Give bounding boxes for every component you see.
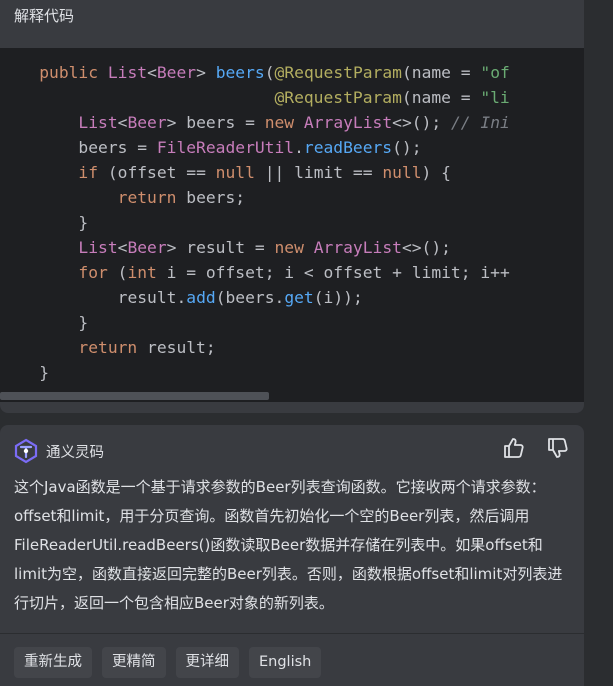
code-token: get: [284, 288, 314, 307]
action-buttons: 重新生成 更精简 更详细 English: [14, 647, 322, 678]
code-line: for (int i = offset; i < offset + limit;…: [0, 260, 510, 285]
code-token: readBeers: [303, 138, 393, 157]
code-token: <: [117, 238, 128, 257]
code-token: List: [78, 113, 118, 132]
code-token: ArrayList: [303, 113, 393, 132]
code-token: Beer: [127, 238, 167, 257]
code-token: // Ini: [450, 113, 510, 132]
code-token: beers: [215, 63, 265, 82]
code-line: return result;: [0, 335, 216, 360]
code-token: (offset ==: [107, 163, 216, 182]
code-token: beers =: [78, 138, 157, 157]
code-token: }: [78, 213, 89, 232]
answer-text: 这个Java函数是一个基于请求参数的Beer列表查询函数。它接收两个请求参数：o…: [14, 478, 563, 612]
code-token: result.: [117, 288, 187, 307]
tongyi-logo-icon: [14, 438, 38, 464]
code-token: > beers =: [166, 113, 265, 132]
code-token: .: [294, 138, 304, 157]
code-token: new: [274, 238, 314, 257]
code-token: ArrayList: [313, 238, 402, 257]
divider: [0, 633, 584, 634]
code-token: "of: [480, 63, 510, 82]
card-title: 解释代码: [14, 7, 75, 25]
code-token: > result =: [166, 238, 275, 257]
code-token: (: [264, 63, 275, 82]
code-line: }: [0, 210, 88, 235]
code-token: ) {: [421, 163, 451, 182]
code-line: return beers;: [0, 185, 245, 210]
code-line: result.add(beers.get(i));: [0, 285, 363, 310]
code-token: (beers.: [215, 288, 285, 307]
code-token: new: [264, 113, 304, 132]
code-token: || limit ==: [264, 163, 383, 182]
code-line: List<Beer> result = new ArrayList<>();: [0, 235, 451, 260]
code-token: (i));: [313, 288, 363, 307]
ai-answer-card: 通义灵码 这个Java函数是一个基于请求参数的Beer列表查询函数。它接收两个请…: [0, 425, 584, 686]
code-line: @RequestParam(name = "li: [0, 85, 510, 110]
code-token: Beer: [156, 63, 197, 82]
code-token: (: [117, 263, 128, 282]
code-token: >: [196, 63, 216, 82]
code-explain-card: 解释代码 public List<Beer> beers(@RequestPar…: [0, 0, 584, 413]
code-line: }: [0, 360, 49, 385]
code-line: public List<Beer> beers(@RequestParam(na…: [0, 60, 510, 85]
code-token: i = offset; i < offset + limit; i++: [166, 263, 510, 282]
code-token: null: [215, 163, 265, 182]
code-token: FileReaderUtil: [156, 138, 295, 157]
brand-name: 通义灵码: [46, 445, 104, 461]
code-token: <>();: [401, 238, 451, 257]
code-token: (name =: [401, 63, 481, 82]
thumbs-down-icon[interactable]: [544, 435, 570, 461]
code-token: return: [117, 188, 187, 207]
code-token: "li: [480, 88, 510, 107]
code-block[interactable]: public List<Beer> beers(@RequestParam(na…: [0, 48, 584, 402]
code-token: null: [382, 163, 422, 182]
code-token: }: [39, 363, 50, 382]
code-token: add: [186, 288, 216, 307]
code-token: result;: [147, 338, 216, 357]
code-token: (name =: [401, 88, 481, 107]
code-token: int: [127, 263, 167, 282]
code-token: List: [78, 238, 118, 257]
code-token: <: [147, 63, 157, 82]
code-token: @RequestParam: [274, 63, 402, 82]
code-token: return: [78, 338, 148, 357]
code-line: if (offset == null || limit == null) {: [0, 160, 451, 185]
code-token: @RequestParam: [274, 88, 402, 107]
code-token: ();: [392, 138, 422, 157]
code-token: public: [39, 63, 108, 82]
code-token: <: [117, 113, 128, 132]
code-token: <>();: [392, 113, 451, 132]
code-token: Beer: [127, 113, 167, 132]
code-token: }: [78, 313, 89, 332]
thumbs-up-icon[interactable]: [500, 435, 526, 461]
code-token: List: [107, 63, 148, 82]
horizontal-scrollbar[interactable]: [0, 392, 269, 400]
code-token: if: [78, 163, 108, 182]
code-line: beers = FileReaderUtil.readBeers();: [0, 135, 422, 160]
code-token: beers;: [186, 188, 246, 207]
code-line: List<Beer> beers = new ArrayList<>(); //…: [0, 110, 510, 135]
code-line: }: [0, 310, 88, 335]
code-token: for: [78, 263, 118, 282]
regenerate-button[interactable]: 重新生成: [14, 647, 92, 678]
more-detailed-button[interactable]: 更详细: [175, 647, 239, 678]
english-button[interactable]: English: [249, 647, 322, 678]
more-concise-button[interactable]: 更精简: [102, 647, 166, 678]
